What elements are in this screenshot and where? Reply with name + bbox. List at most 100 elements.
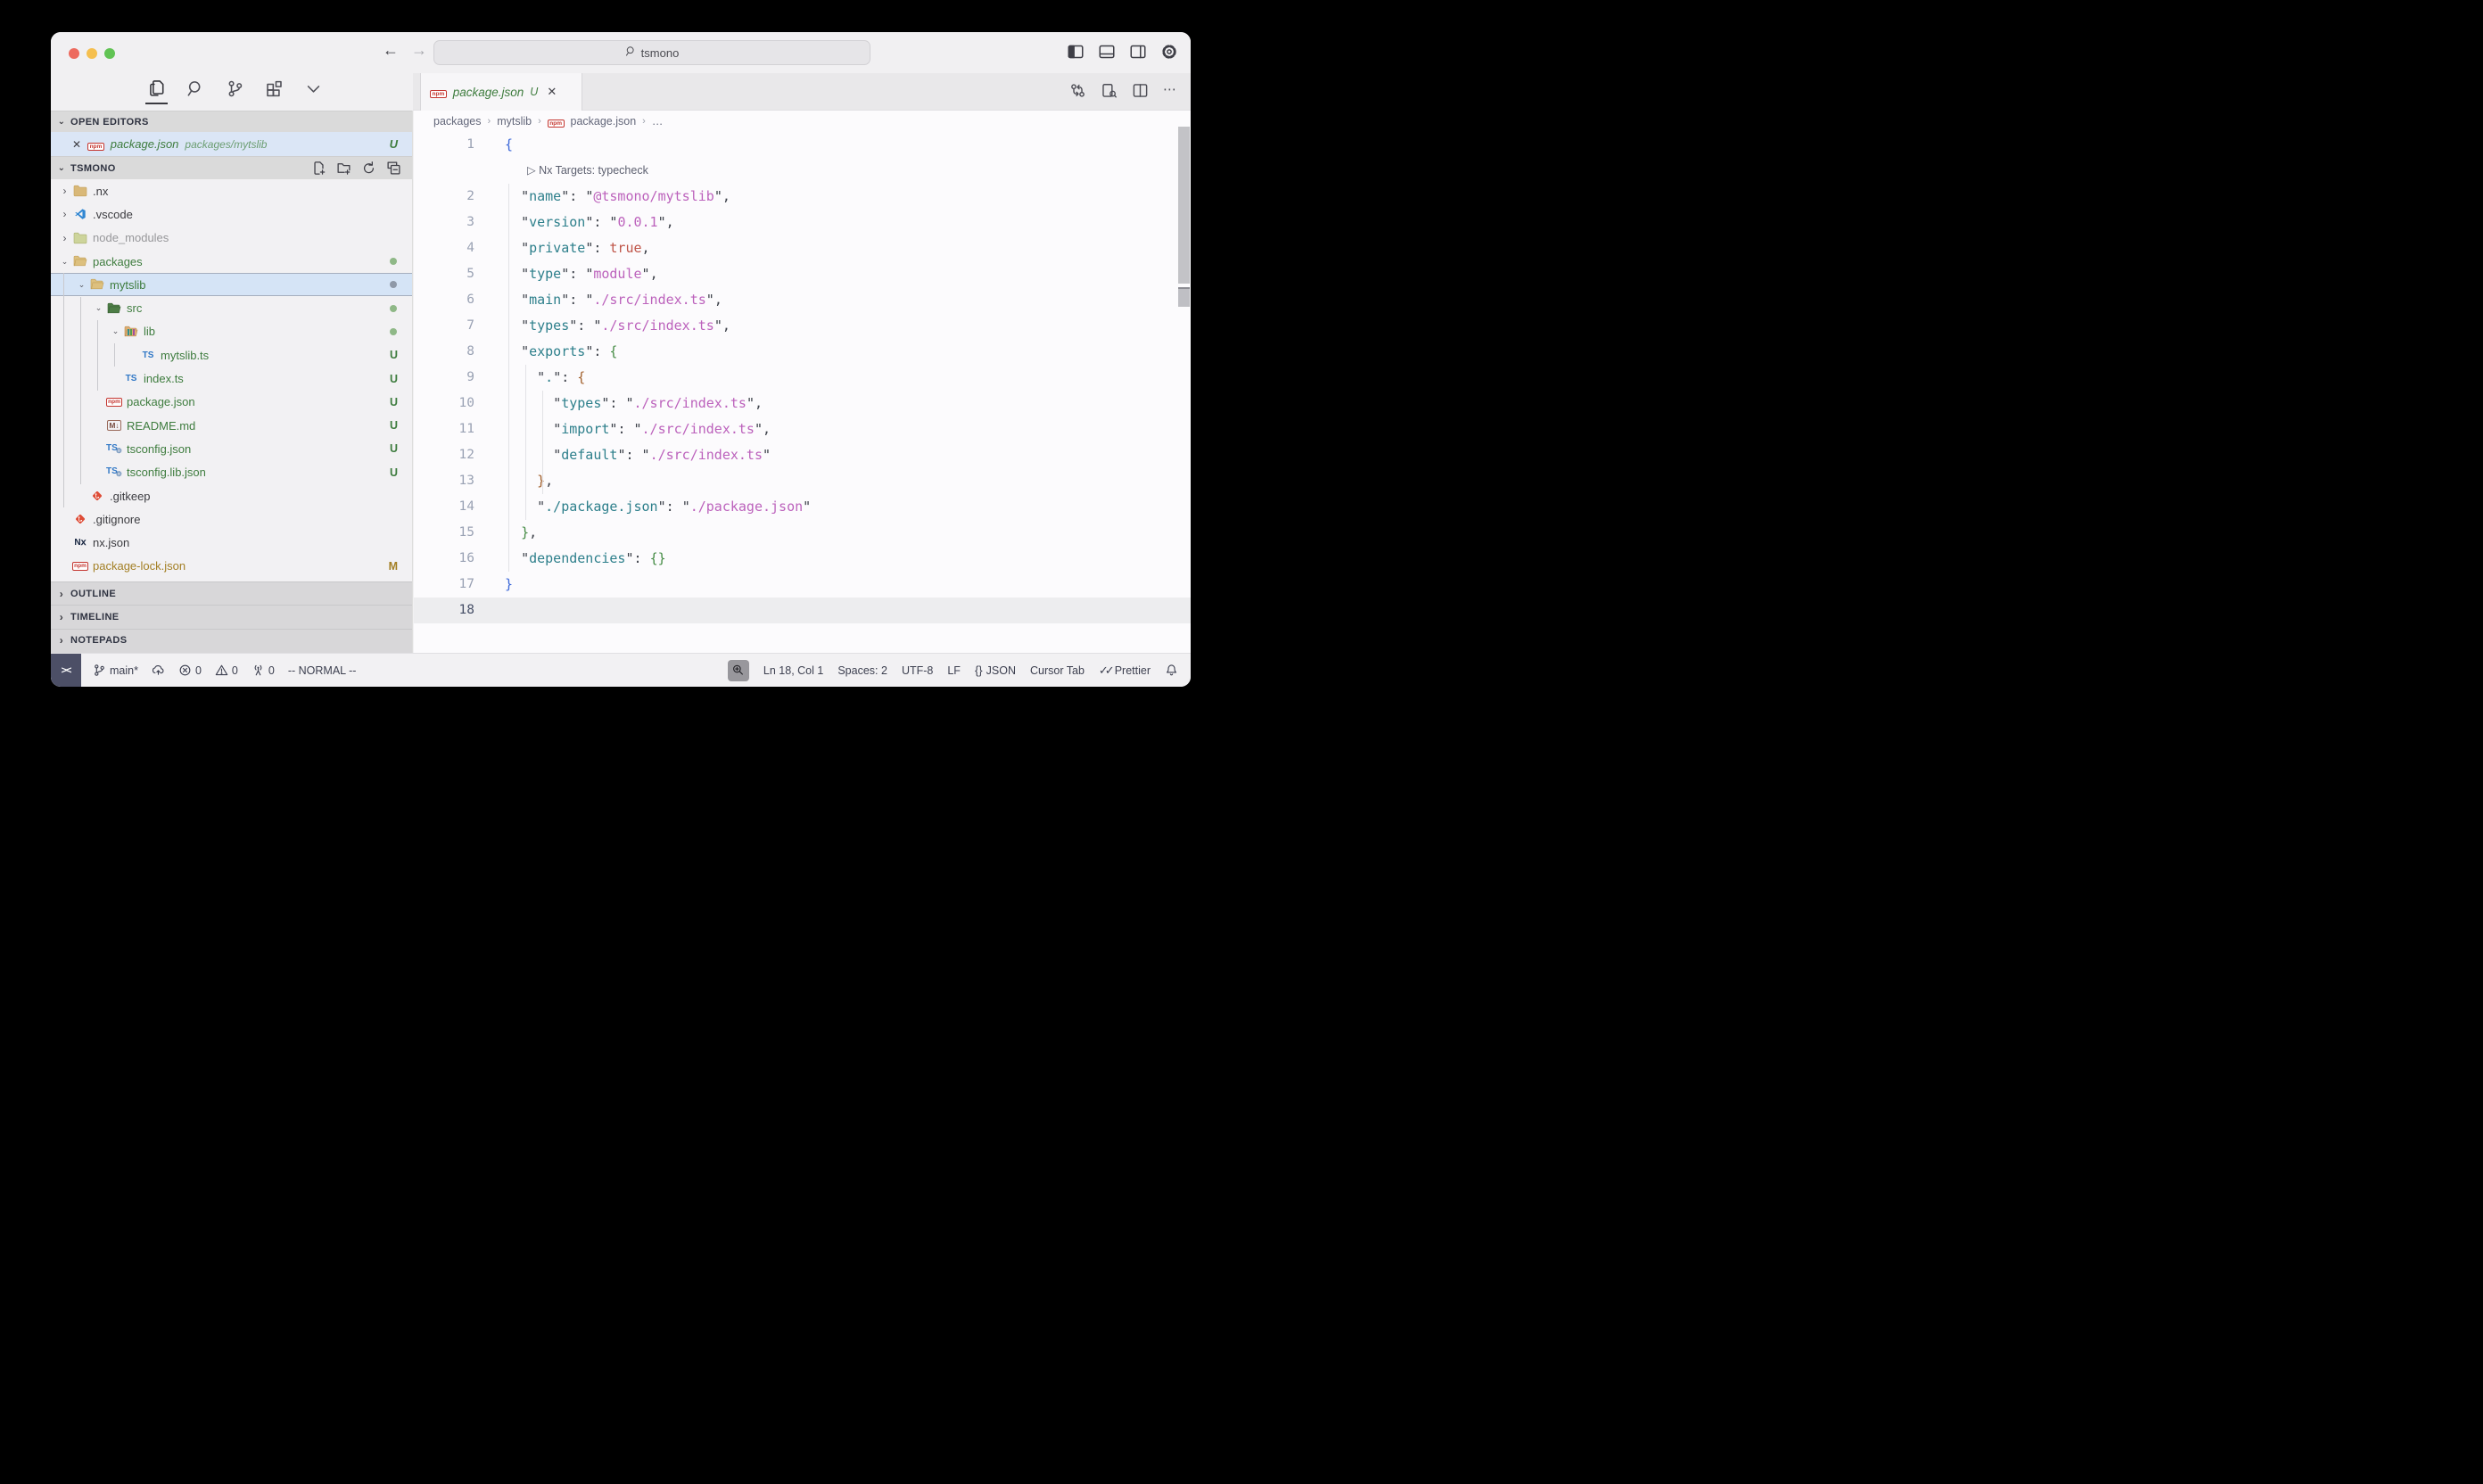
code-line-8[interactable]: 8 "exports": { — [414, 339, 1191, 365]
status-cursor-tab[interactable]: Cursor Tab — [1030, 664, 1085, 677]
activity-extensions-icon[interactable] — [265, 79, 284, 98]
command-search-input[interactable]: tsmono — [433, 40, 870, 65]
project-header[interactable]: ⌄ TSMONO — [51, 156, 412, 179]
code-line-7[interactable]: 7 "types": "./src/index.ts", — [414, 313, 1191, 339]
open-editors-header[interactable]: ⌄ OPEN EDITORS — [51, 111, 412, 132]
breadcrumb-item[interactable]: packages — [433, 115, 482, 128]
code-line-2[interactable]: 2 "name": "@tsmono/mytslib", — [414, 184, 1191, 210]
tree-item--gitkeep[interactable]: .gitkeep — [51, 484, 412, 507]
chevron-right-icon[interactable]: › — [58, 208, 71, 220]
panel-left-icon[interactable] — [1067, 43, 1085, 61]
activity-search-icon[interactable] — [186, 79, 205, 98]
status-branch-icon[interactable]: main* — [93, 664, 138, 677]
breadcrumb-item[interactable]: package.json — [571, 115, 637, 128]
sidebar-section-timeline[interactable]: ›TIMELINE — [51, 605, 412, 628]
chevron-down-icon[interactable]: ⌄ — [92, 303, 105, 313]
md-icon: M↓ — [105, 420, 123, 431]
status-json[interactable]: {}JSON — [975, 664, 1016, 677]
gear-icon[interactable] — [1160, 43, 1178, 61]
tree-item--gitignore[interactable]: .gitignore — [51, 507, 412, 531]
activity-source-control-icon[interactable] — [226, 79, 244, 98]
code-area[interactable]: 1{▷ Nx Targets: typecheck2 "name": "@tsm… — [414, 132, 1191, 623]
tree-item-mytslib-ts[interactable]: TSmytslib.tsU — [51, 343, 412, 367]
code-line-6[interactable]: 6 "main": "./src/index.ts", — [414, 287, 1191, 313]
tree-item-src[interactable]: ⌄src — [51, 296, 412, 319]
code-line-18[interactable]: 18 — [414, 598, 1191, 623]
activity-explorer-icon[interactable] — [147, 79, 166, 98]
status-bell-icon[interactable] — [1165, 664, 1178, 677]
new-file-icon[interactable] — [311, 161, 326, 176]
tree-item-nx-json[interactable]: N𝗑nx.json — [51, 531, 412, 554]
scrollbar-thumb[interactable] — [1178, 127, 1190, 284]
activity-chevron-down-icon[interactable] — [304, 79, 323, 98]
forward-arrow-icon[interactable]: → — [411, 41, 427, 60]
close-window-button[interactable] — [69, 48, 79, 59]
code-line-16[interactable]: 16 "dependencies": {} — [414, 546, 1191, 572]
zoom-indicator-button[interactable] — [728, 660, 749, 681]
sidebar-section-outline[interactable]: ›OUTLINE — [51, 581, 412, 605]
code-line-17[interactable]: 17} — [414, 572, 1191, 598]
tree-item-lib[interactable]: ⌄lib — [51, 320, 412, 343]
tree-item--nx[interactable]: ›.nx — [51, 179, 412, 202]
code-line-4[interactable]: 4 "private": true, — [414, 235, 1191, 261]
minimize-window-button[interactable] — [87, 48, 97, 59]
breadcrumb-item[interactable]: … — [652, 115, 664, 128]
code-line-15[interactable]: 15 }, — [414, 520, 1191, 546]
tree-item-tsconfig-lib-json[interactable]: TS⚙tsconfig.lib.jsonU — [51, 461, 412, 484]
back-arrow-icon[interactable]: ← — [383, 41, 399, 60]
panel-bottom-icon[interactable] — [1098, 43, 1116, 61]
chevron-down-icon[interactable]: ⌄ — [75, 280, 88, 290]
code-line-9[interactable]: 9 ".": { — [414, 365, 1191, 391]
tree-item-package-lock-json[interactable]: npmpackage-lock.jsonM — [51, 555, 412, 578]
status-zoom-plus-icon[interactable] — [728, 660, 749, 681]
code-line-3[interactable]: 3 "version": "0.0.1", — [414, 210, 1191, 235]
status--normal-[interactable]: -- NORMAL -- — [288, 664, 357, 677]
refresh-icon[interactable] — [361, 161, 376, 176]
status-prettier[interactable]: ✓✓Prettier — [1099, 664, 1151, 678]
code-lens-label[interactable]: ▷ Nx Targets: typecheck — [527, 158, 648, 184]
ellipsis-icon[interactable]: ⋯ — [1163, 82, 1180, 99]
open-preview-icon[interactable] — [1101, 82, 1118, 99]
open-editor-item[interactable]: ✕ npm package.json packages/mytslib U — [51, 132, 412, 156]
tab-package-json[interactable]: npm package.json U ✕ — [420, 73, 582, 111]
tree-item-packages[interactable]: ⌄packages — [51, 250, 412, 273]
code-line-13[interactable]: 13 }, — [414, 468, 1191, 494]
tree-item-index-ts[interactable]: TSindex.tsU — [51, 367, 412, 390]
git-compare-icon[interactable] — [1069, 82, 1086, 99]
close-editor-icon[interactable]: ✕ — [72, 138, 81, 151]
status-utf-8[interactable]: UTF-8 — [902, 664, 933, 677]
panel-right-icon[interactable] — [1129, 43, 1147, 61]
tree-item-readme-md[interactable]: M↓README.mdU — [51, 414, 412, 437]
breadcrumb-item[interactable]: mytslib — [497, 115, 532, 128]
status-spaces-2[interactable]: Spaces: 2 — [837, 664, 887, 677]
new-folder-icon[interactable] — [336, 161, 351, 176]
code-line-5[interactable]: 5 "type": "module", — [414, 261, 1191, 287]
code-line-1[interactable]: 1{ — [414, 132, 1191, 158]
chevron-down-icon[interactable]: ⌄ — [58, 257, 71, 267]
status-error-icon[interactable]: 0 — [178, 664, 202, 677]
tree-item-mytslib[interactable]: ⌄mytslib — [51, 273, 412, 296]
chevron-right-icon[interactable]: › — [58, 185, 71, 197]
maximize-window-button[interactable] — [104, 48, 115, 59]
status-cloud-upload-icon[interactable] — [152, 664, 165, 677]
sidebar-section-notepads[interactable]: ›NOTEPADS — [51, 629, 412, 652]
code-line-11[interactable]: 11 "import": "./src/index.ts", — [414, 416, 1191, 442]
chevron-down-icon[interactable]: ⌄ — [109, 326, 122, 336]
status-warning-icon[interactable]: 0 — [215, 664, 238, 677]
collapse-all-icon[interactable] — [386, 161, 401, 176]
code-line-12[interactable]: 12 "default": "./src/index.ts" — [414, 442, 1191, 468]
code-line-10[interactable]: 10 "types": "./src/index.ts", — [414, 391, 1191, 416]
status-ln-18-col-1[interactable]: Ln 18, Col 1 — [763, 664, 823, 677]
chevron-right-icon[interactable]: › — [58, 232, 71, 244]
split-editor-icon[interactable] — [1132, 82, 1149, 99]
code-line-14[interactable]: 14 "./package.json": "./package.json" — [414, 494, 1191, 520]
status-lf[interactable]: LF — [947, 664, 961, 677]
code-lens[interactable]: ▷ Nx Targets: typecheck — [414, 158, 1191, 184]
remote-icon[interactable]: >< — [51, 654, 81, 688]
tab-close-icon[interactable]: ✕ — [547, 85, 557, 99]
tree-item-tsconfig-json[interactable]: TS⚙tsconfig.jsonU — [51, 437, 412, 460]
tree-item-node-modules[interactable]: ›node_modules — [51, 227, 412, 250]
tree-item--vscode[interactable]: ›.vscode — [51, 202, 412, 226]
status-tower-icon[interactable]: 0 — [252, 664, 275, 677]
tree-item-package-json[interactable]: npmpackage.jsonU — [51, 391, 412, 414]
